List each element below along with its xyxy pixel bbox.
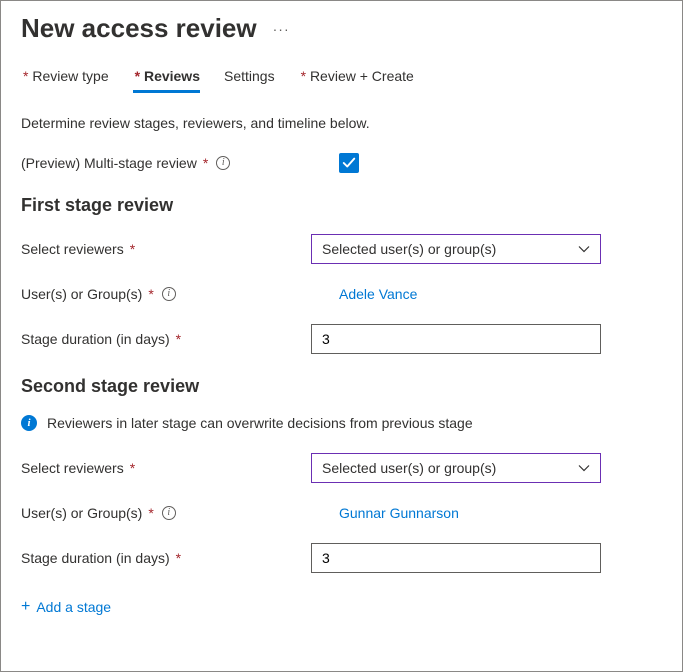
required-marker: * xyxy=(301,68,306,84)
stage1-user-link[interactable]: Adele Vance xyxy=(339,286,417,302)
required-marker: * xyxy=(130,241,135,257)
info-icon[interactable]: i xyxy=(162,506,176,520)
description-text: Determine review stages, reviewers, and … xyxy=(21,115,662,131)
dropdown-value: Selected user(s) or group(s) xyxy=(322,460,496,476)
tab-label: Review + Create xyxy=(310,68,414,84)
stage2-alert-text: Reviewers in later stage can overwrite d… xyxy=(47,415,473,431)
stage1-reviewers-dropdown[interactable]: Selected user(s) or group(s) xyxy=(311,234,601,264)
required-marker: * xyxy=(135,68,140,84)
required-marker: * xyxy=(176,550,181,566)
info-solid-icon: i xyxy=(21,415,37,431)
stage2-user-link[interactable]: Gunnar Gunnarson xyxy=(339,505,459,521)
stage2-reviewers-dropdown[interactable]: Selected user(s) or group(s) xyxy=(311,453,601,483)
tab-review-type[interactable]: * Review type xyxy=(21,68,109,93)
required-marker: * xyxy=(148,505,153,521)
stage1-users-label: User(s) or Group(s) xyxy=(21,286,142,302)
info-icon[interactable]: i xyxy=(216,156,230,170)
stage2-duration-input[interactable] xyxy=(311,543,601,573)
tab-label: Settings xyxy=(224,68,275,84)
tab-reviews[interactable]: * Reviews xyxy=(133,68,200,93)
stage1-duration-label: Stage duration (in days) xyxy=(21,331,170,347)
stage1-duration-input[interactable] xyxy=(311,324,601,354)
stage1-title: First stage review xyxy=(21,195,662,216)
stage2-title: Second stage review xyxy=(21,376,662,397)
info-icon[interactable]: i xyxy=(162,287,176,301)
required-marker: * xyxy=(176,331,181,347)
add-stage-link[interactable]: + Add a stage xyxy=(21,599,111,615)
tab-review-create[interactable]: * Review + Create xyxy=(299,68,414,93)
page-title: New access review xyxy=(21,13,257,44)
chevron-down-icon xyxy=(578,243,590,255)
new-access-review-panel: New access review ··· * Review type * Re… xyxy=(0,0,683,672)
dropdown-value: Selected user(s) or group(s) xyxy=(322,241,496,257)
tab-strip: * Review type * Reviews Settings * Revie… xyxy=(21,68,662,93)
required-marker: * xyxy=(203,155,208,171)
stage2-users-label: User(s) or Group(s) xyxy=(21,505,142,521)
stage2-reviewers-label: Select reviewers xyxy=(21,460,124,476)
add-stage-label: Add a stage xyxy=(36,599,111,615)
chevron-down-icon xyxy=(578,462,590,474)
check-icon xyxy=(342,156,356,170)
required-marker: * xyxy=(23,68,28,84)
multistage-label: (Preview) Multi-stage review xyxy=(21,155,197,171)
required-marker: * xyxy=(130,460,135,476)
stage1-reviewers-label: Select reviewers xyxy=(21,241,124,257)
more-icon[interactable]: ··· xyxy=(273,21,290,37)
tab-label: Review type xyxy=(32,68,108,84)
tab-settings[interactable]: Settings xyxy=(224,68,275,93)
stage2-duration-label: Stage duration (in days) xyxy=(21,550,170,566)
multistage-checkbox[interactable] xyxy=(339,153,359,173)
plus-icon: + xyxy=(21,599,30,615)
tab-label: Reviews xyxy=(144,68,200,84)
required-marker: * xyxy=(148,286,153,302)
